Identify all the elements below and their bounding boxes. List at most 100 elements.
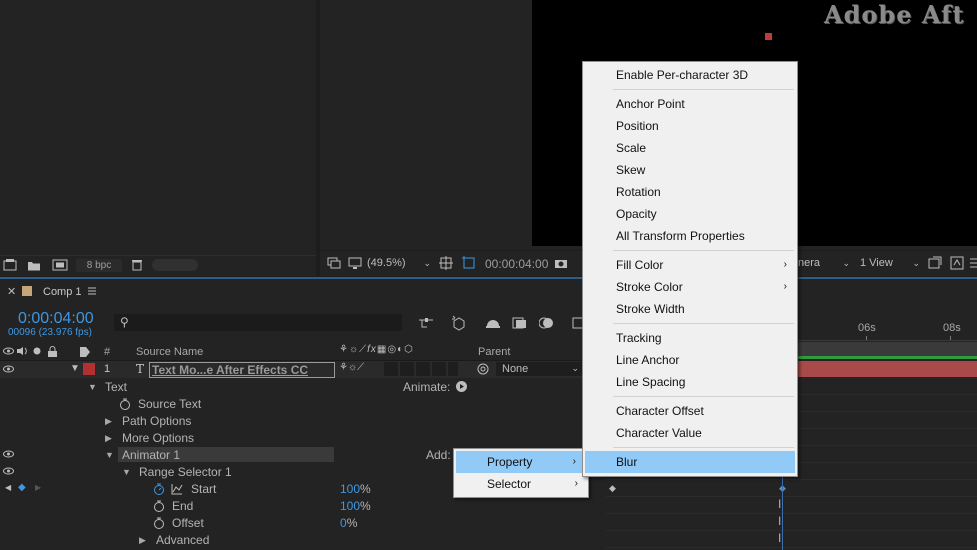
add-menu-selector[interactable]: Selector ›	[454, 473, 588, 495]
advanced-triangle[interactable]: ▶	[139, 535, 146, 546]
menu-item-stroke-width[interactable]: Stroke Width	[583, 298, 797, 320]
close-tab-icon[interactable]: ✕	[7, 285, 16, 298]
thumbnail-slider[interactable]	[152, 259, 198, 271]
end-value[interactable]: 100%	[340, 499, 371, 513]
menu-item-scale[interactable]: Scale	[583, 137, 797, 159]
menu-item-tracking[interactable]: Tracking	[583, 327, 797, 349]
bpc-button[interactable]: 8 bpc	[76, 259, 122, 272]
trash-icon[interactable]	[130, 258, 144, 272]
offset-stopwatch-icon[interactable]	[152, 516, 165, 529]
end-stopwatch-icon[interactable]	[152, 499, 165, 512]
viewer-menu-icon[interactable]	[968, 255, 977, 271]
pickwhip-spiral-icon[interactable]	[476, 362, 490, 376]
timeline-search-input[interactable]: ⚲	[114, 314, 402, 331]
fx-icon[interactable]: fx	[367, 344, 377, 355]
menu-item-fill-color[interactable]: Fill Color ›	[583, 254, 797, 276]
parent-value: None	[502, 363, 529, 375]
chevron-right-icon: ›	[574, 478, 578, 489]
layer-label-color[interactable]	[83, 363, 95, 375]
menu-item-anchor-point[interactable]: Anchor Point	[583, 93, 797, 115]
next-keyframe-arrow-icon[interactable]: ▶	[35, 483, 41, 492]
animator-triangle[interactable]: ▼	[105, 450, 114, 460]
toggle-pixel-aspect-icon[interactable]	[927, 255, 943, 271]
text-layer-type-icon: T	[136, 362, 145, 376]
composition-mini-flowchart-icon[interactable]	[417, 315, 435, 331]
tab-menu-icon[interactable]	[86, 285, 98, 297]
timeline-timecode[interactable]: 0:00:04:00	[18, 310, 94, 328]
menu-item-stroke-color[interactable]: Stroke Color ›	[583, 276, 797, 298]
quality-slash-icon[interactable]: ⟋	[359, 344, 367, 355]
frame-blending-icon[interactable]	[511, 315, 529, 331]
timeline-tab-label[interactable]: Comp 1	[43, 286, 82, 298]
lock-icon[interactable]	[46, 344, 58, 358]
fast-previews-icon[interactable]	[949, 255, 965, 271]
menu-item-position[interactable]: Position	[583, 115, 797, 137]
graph-icon[interactable]	[170, 482, 183, 495]
menu-item-skew[interactable]: Skew	[583, 159, 797, 181]
video-eye-icon[interactable]	[2, 344, 14, 358]
start-number[interactable]: 100	[340, 482, 360, 496]
keyframe-diamond[interactable]: ◆	[609, 483, 616, 494]
solo-dot-icon[interactable]	[32, 344, 42, 358]
layer-expand-triangle[interactable]: ▼	[70, 363, 80, 374]
start-value[interactable]: 100%	[340, 482, 371, 496]
start-stopwatch-icon[interactable]	[152, 482, 165, 495]
3d-layer-icon[interactable]: ⬡	[404, 344, 414, 355]
offset-value[interactable]: 0%	[340, 516, 357, 530]
layer-switches[interactable]: ⚘☼⟋	[339, 362, 383, 376]
add-menu-property[interactable]: Property ›	[456, 451, 586, 473]
monitor-icon[interactable]	[347, 255, 363, 271]
always-preview-icon[interactable]	[326, 255, 342, 271]
menu-item-line-spacing[interactable]: Line Spacing	[583, 371, 797, 393]
shy-switch-icon[interactable]: ⚘	[339, 362, 348, 373]
snapshot-camera-icon[interactable]	[553, 255, 569, 271]
prev-keyframe-arrow-icon[interactable]: ◀	[5, 483, 11, 492]
column-source-name-header[interactable]: Source Name	[136, 346, 203, 358]
menu-item-line-anchor[interactable]: Line Anchor	[583, 349, 797, 371]
view-layout-dropdown[interactable]: 1 View ⌄	[860, 255, 922, 271]
transparency-grid-icon[interactable]	[461, 255, 477, 271]
parent-dropdown[interactable]: None ⌄	[496, 362, 582, 376]
draft-3d-icon[interactable]	[450, 314, 468, 332]
end-number[interactable]: 100	[340, 499, 360, 513]
label-tag-icon[interactable]	[78, 344, 92, 358]
quality-switch-icon[interactable]: ⟋	[357, 362, 364, 373]
menu-item-rotation[interactable]: Rotation	[583, 181, 797, 203]
shy-icon[interactable]: ⚘	[339, 344, 349, 355]
layer-name-field[interactable]: Text Mo...e After Effects CC	[149, 362, 335, 378]
range-selector-eye-icon[interactable]	[2, 464, 14, 478]
animate-play-icon[interactable]	[455, 380, 467, 392]
canvas-red-dot	[765, 33, 772, 40]
collapse-sun-icon[interactable]: ☼	[349, 344, 359, 355]
shy-layers-icon[interactable]	[484, 315, 502, 331]
add-keyframe-diamond-icon[interactable]: ◆	[18, 482, 26, 493]
text-group-triangle[interactable]: ▼	[88, 382, 97, 392]
new-composition-icon[interactable]	[51, 258, 69, 272]
menu-item-character-value[interactable]: Character Value	[583, 422, 797, 444]
menu-item-all-transform-properties[interactable]: All Transform Properties	[583, 225, 797, 247]
motion-blur-icon[interactable]	[538, 315, 556, 331]
chevron-down-icon: ⌄	[571, 363, 579, 373]
frame-blend-icon[interactable]: ▦	[377, 344, 387, 355]
offset-number[interactable]: 0	[340, 516, 347, 530]
animator-eye-icon[interactable]	[2, 447, 14, 461]
menu-item-enable-per-character-3d[interactable]: Enable Per-character 3D	[583, 64, 797, 86]
zoom-dropdown[interactable]: (49.5%) ⌄	[367, 255, 433, 271]
menu-item-blur[interactable]: Blur	[585, 451, 795, 473]
viewer-timecode[interactable]: 00:00:04:00	[485, 257, 548, 271]
range-selector-triangle[interactable]: ▼	[122, 467, 131, 477]
stopwatch-icon[interactable]	[118, 397, 131, 410]
layer-visibility-eye-icon[interactable]	[2, 362, 14, 376]
collapse-switch-icon[interactable]: ☼	[348, 362, 357, 373]
fit-frame-icon[interactable]	[438, 255, 454, 271]
more-options-triangle[interactable]: ▶	[105, 433, 112, 444]
path-options-triangle[interactable]: ▶	[105, 416, 112, 427]
motion-blur-col-icon[interactable]: ◎	[387, 344, 397, 355]
menu-item-character-offset[interactable]: Character Offset	[583, 400, 797, 422]
audio-speaker-icon[interactable]	[15, 344, 28, 358]
text-group-label: Text	[105, 380, 128, 394]
camera-dropdown[interactable]: nera ⌄	[798, 255, 854, 271]
interpret-footage-icon[interactable]	[2, 258, 18, 272]
menu-item-opacity[interactable]: Opacity	[583, 203, 797, 225]
new-folder-icon[interactable]	[26, 258, 42, 272]
